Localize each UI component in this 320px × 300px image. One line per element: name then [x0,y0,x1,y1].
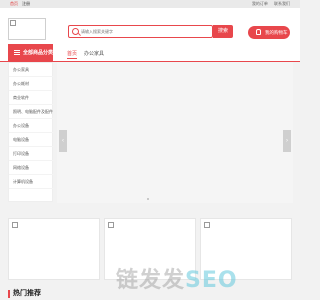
top-link-orders[interactable]: 我的订单 [252,1,268,6]
cart-icon [256,29,261,35]
search-box [68,25,213,38]
top-bar: 首页 注册 我的订单 联系我们 [0,0,300,8]
carousel-next-button[interactable]: › [283,130,291,152]
product-card[interactable] [8,218,100,280]
hot-recommend-title: 热门推荐 [8,290,41,298]
page: 首页 注册 我的订单 联系我们 搜索 会议 胶圈 公文 订书 复印 打印 我的购… [0,0,300,300]
tab-home[interactable]: 首页 [67,50,78,59]
all-categories-button[interactable]: 全部商品分类 [8,44,53,62]
top-link-contact[interactable]: 联系我们 [274,1,290,6]
sidebar-item[interactable]: 电脑设备 [9,133,54,147]
banner-carousel[interactable] [57,62,293,203]
top-bar-left: 首页 注册 [10,0,33,8]
sidebar-item[interactable]: 打印设备 [9,147,54,161]
category-sidebar: 办公家具 办公耗材 商业软件 照明、电脑配件及配件 办公设备 电脑设备 打印设备… [8,62,54,202]
all-categories-label: 全部商品分类 [23,50,54,56]
watermark-logo: 链发发SEO [116,262,238,294]
cart-button[interactable]: 我的购物车 [248,26,290,39]
header: 搜索 会议 胶圈 公文 订书 复印 打印 我的购物车 [0,8,300,46]
top-link-home[interactable]: 首页 [10,1,18,6]
tab-office-furniture[interactable]: 办公家具 [84,50,104,57]
watermark-text: 链发发 [116,268,186,293]
watermark-seo: SEO [185,268,238,293]
sidebar-item[interactable]: 办公设备 [9,119,54,133]
main-nav: 全部商品分类 首页 办公家具 [0,40,300,62]
search-input[interactable] [81,27,191,36]
sidebar-item[interactable]: 计算机设备 [9,175,54,189]
menu-icon [14,50,20,55]
search-button[interactable]: 搜索 [213,25,233,38]
cart-label: 我的购物车 [265,30,288,35]
carousel-prev-button[interactable]: ‹ [59,130,67,152]
sidebar-item[interactable]: 网络设备 [9,161,54,175]
top-bar-right: 我的订单 联系我们 [247,0,290,8]
sidebar-item[interactable]: 办公家具 [9,63,54,77]
sidebar-item[interactable]: 办公耗材 [9,77,54,91]
sidebar-item[interactable]: 照明、电脑配件及配件 [9,105,54,119]
top-link-register[interactable]: 注册 [22,1,30,6]
search-icon [72,28,79,35]
site-logo[interactable] [8,18,46,40]
sidebar-item[interactable]: 商业软件 [9,91,54,105]
carousel-indicator[interactable] [147,198,149,200]
